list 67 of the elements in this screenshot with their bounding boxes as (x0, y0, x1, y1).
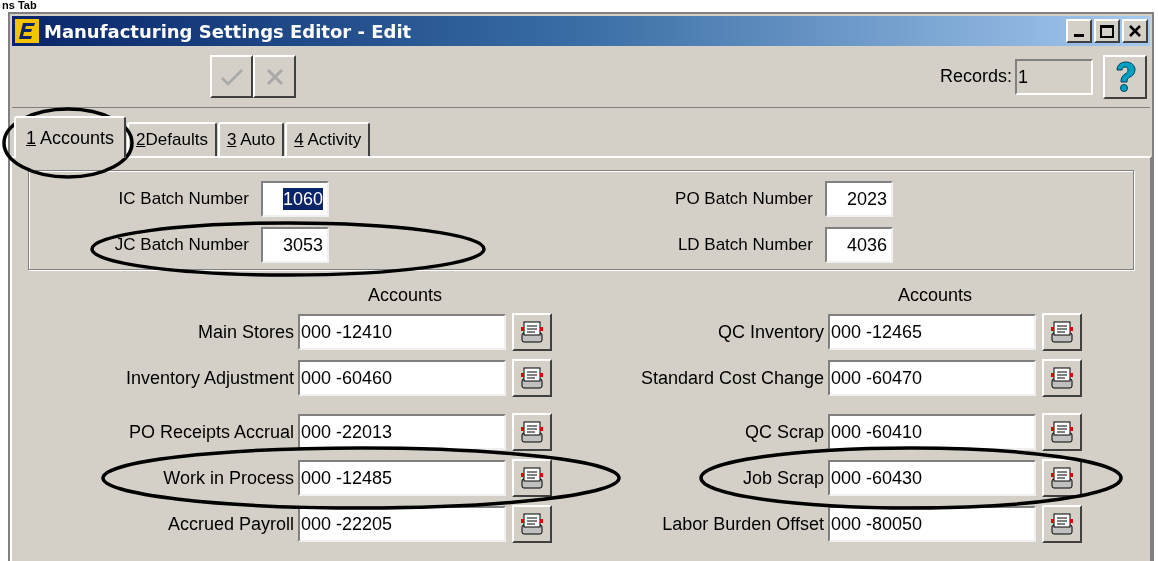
lookup-button[interactable] (1042, 413, 1082, 451)
column-heading: Accounts (896, 284, 973, 306)
rolodex-icon (519, 365, 545, 391)
help-icon (1114, 60, 1136, 93)
lookup-button[interactable] (512, 413, 552, 451)
help-button[interactable] (1103, 54, 1147, 99)
field-label: Labor Burden Offset (662, 512, 824, 536)
close-icon (1128, 24, 1142, 38)
rolodex-icon (519, 419, 545, 445)
minimize-button[interactable] (1066, 19, 1092, 43)
records-field: 1 (1015, 58, 1093, 95)
field-label: IC Batch Number (118, 188, 249, 211)
tab[interactable]: 4 Activity (285, 122, 371, 156)
rolodex-icon (1049, 365, 1075, 391)
checkmark-icon (219, 66, 244, 87)
rolodex-icon (1049, 419, 1075, 445)
account-field[interactable]: 000 -60470 (828, 360, 1036, 396)
lookup-button[interactable] (512, 313, 552, 351)
field-label: QC Scrap (744, 420, 824, 444)
account-field[interactable]: 000 -80050 (828, 506, 1036, 542)
batch-number-field[interactable]: 1060 (261, 181, 329, 217)
field-label: Work in Process (163, 466, 294, 490)
batch-number-field[interactable]: 3053 (261, 227, 329, 263)
lookup-button[interactable] (1042, 313, 1082, 351)
lookup-button[interactable] (1042, 459, 1082, 497)
field-label: JC Batch Number (114, 234, 249, 257)
account-field[interactable]: 000 -12485 (298, 460, 506, 496)
field-label: PO Receipts Accrual (128, 420, 294, 444)
cross-icon (264, 66, 285, 87)
tab[interactable]: 3 Auto (217, 122, 285, 156)
account-field[interactable]: 000 -60430 (828, 460, 1036, 496)
close-button[interactable] (1122, 19, 1148, 43)
batch-number-field[interactable]: 2023 (825, 181, 893, 217)
window-title: Manufacturing Settings Editor - Edit (44, 19, 412, 44)
account-field[interactable]: 000 -12410 (298, 314, 506, 350)
account-field[interactable]: 000 -12465 (828, 314, 1036, 350)
rolodex-icon (519, 511, 545, 537)
app-logo-icon (15, 19, 39, 43)
field-label: Standard Cost Change (640, 366, 824, 390)
lookup-button[interactable] (1042, 359, 1082, 397)
tab[interactable]: 2Defaults (127, 122, 217, 156)
tab[interactable]: 1 Accounts (14, 116, 127, 158)
rolodex-icon (519, 465, 545, 491)
rolodex-icon (1049, 319, 1075, 345)
field-label: Inventory Adjustment (125, 366, 294, 390)
caption-text: ns Tab (2, 0, 37, 11)
records-label: Records: (939, 65, 1012, 88)
account-field[interactable]: 000 -22205 (298, 506, 506, 542)
lookup-button[interactable] (512, 505, 552, 543)
field-label: PO Batch Number (675, 188, 813, 211)
column-heading: Accounts (366, 284, 443, 306)
field-label: Main Stores (197, 320, 294, 344)
account-field[interactable]: 000 -60460 (298, 360, 506, 396)
rolodex-icon (1049, 511, 1075, 537)
field-label: Job Scrap (742, 466, 824, 490)
rolodex-icon (1049, 465, 1075, 491)
field-label: Accrued Payroll (167, 512, 294, 536)
lookup-button[interactable] (512, 359, 552, 397)
account-field[interactable]: 000 -22013 (298, 414, 506, 450)
lookup-button[interactable] (1042, 505, 1082, 543)
batch-number-field[interactable]: 4036 (825, 227, 893, 263)
rolodex-icon (519, 319, 545, 345)
field-label: LD Batch Number (677, 234, 813, 257)
field-label: QC Inventory (717, 320, 824, 344)
lookup-button[interactable] (512, 459, 552, 497)
maximize-button[interactable] (1094, 19, 1120, 43)
account-field[interactable]: 000 -60410 (828, 414, 1036, 450)
